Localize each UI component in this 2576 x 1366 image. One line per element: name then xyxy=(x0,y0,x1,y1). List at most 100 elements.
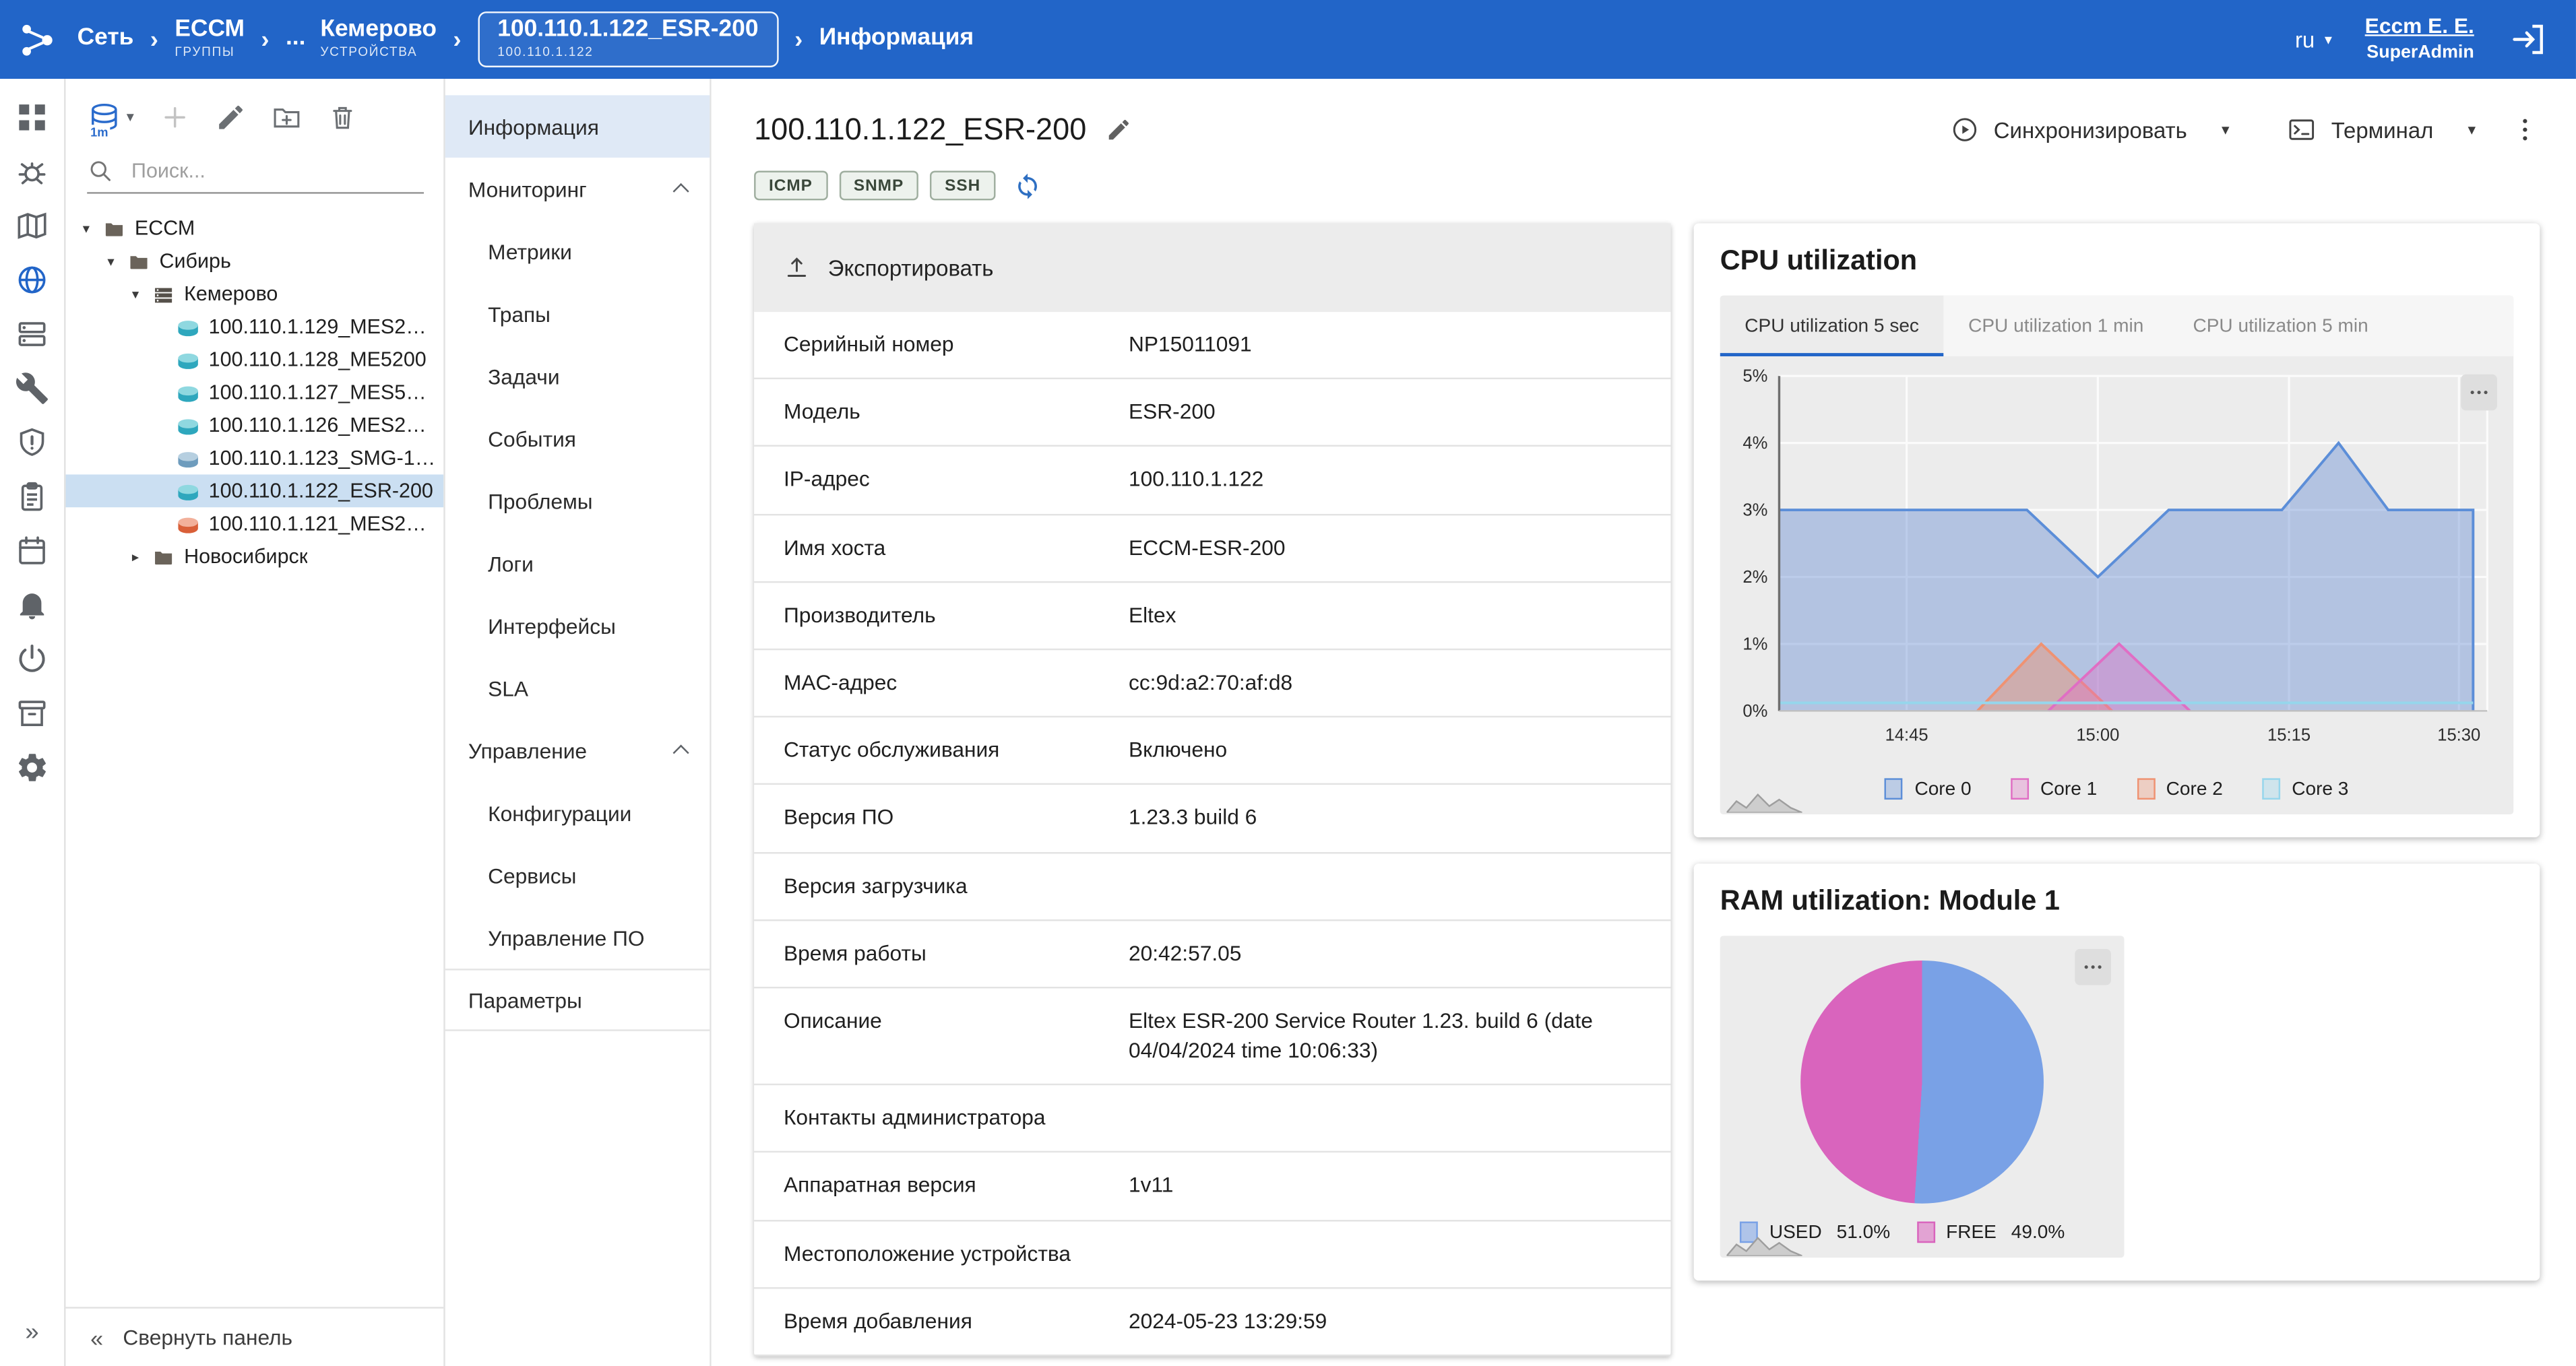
user-menu[interactable]: Eccm E. E. SuperAdmin xyxy=(2365,13,2474,65)
logout-button[interactable] xyxy=(2507,20,2550,59)
menu-item-tasks[interactable]: Задачи xyxy=(445,345,710,408)
edit-node-button[interactable] xyxy=(214,102,245,133)
tree-item[interactable]: ▸Новосибирск xyxy=(66,540,444,573)
info-row: Контакты администратора xyxy=(754,1086,1670,1153)
language-selector[interactable]: ru ▾ xyxy=(2295,27,2332,52)
tree-item[interactable]: ▾Кемерово xyxy=(66,278,444,311)
tree-item[interactable]: 100.110.1.126_MES2428 ... xyxy=(66,409,444,442)
tree-caret-icon[interactable]: ▸ xyxy=(128,548,143,566)
add-folder-button[interactable] xyxy=(270,102,301,133)
cpu-tab-0[interactable]: CPU utilization 5 sec xyxy=(1720,296,1944,356)
chevron-right-icon: › xyxy=(794,26,803,53)
menu-item-services[interactable]: Сервисы xyxy=(445,844,710,907)
sync-button[interactable]: Синхронизировать xyxy=(1936,104,2200,156)
menu-item-metrics[interactable]: Метрики xyxy=(445,220,710,283)
breadcrumb-network[interactable]: Сеть xyxy=(77,26,134,53)
menu-item-traps[interactable]: Трапы xyxy=(445,282,710,345)
rail-item-power[interactable] xyxy=(15,642,49,676)
cpu-chart-more-button[interactable] xyxy=(2461,375,2497,411)
menu-item-parameters[interactable]: Параметры xyxy=(445,969,710,1031)
rail-item-notifications[interactable] xyxy=(15,588,49,622)
menu-item-configurations[interactable]: Конфигурации xyxy=(445,781,710,844)
rail-item-tools[interactable] xyxy=(15,371,49,405)
tree-item[interactable]: 100.110.1.127_MES5316A xyxy=(66,376,444,409)
svg-text:0%: 0% xyxy=(1742,702,1767,721)
charts-column: CPU utilization CPU utilization 5 secCPU… xyxy=(1694,224,2540,1281)
export-button[interactable]: Экспортировать xyxy=(784,255,993,281)
collapse-panel-button[interactable]: « Свернуть панель xyxy=(66,1307,444,1366)
ram-mini-chart-handle[interactable] xyxy=(1726,1231,1802,1256)
menu-item-information[interactable]: Информация xyxy=(445,95,710,158)
delete-node-button[interactable] xyxy=(326,102,357,133)
rail-item-calendar[interactable] xyxy=(15,533,49,568)
menu-item-sla[interactable]: SLA xyxy=(445,657,710,719)
info-row-value: 2024-05-23 13:29:59 xyxy=(1129,1307,1641,1336)
tree-item[interactable]: 100.110.1.121_MES2124... xyxy=(66,507,444,540)
tree-caret-icon[interactable]: ▾ xyxy=(128,285,143,303)
svg-text:14:45: 14:45 xyxy=(1885,725,1928,744)
cpu-legend-item[interactable]: Core 1 xyxy=(2011,778,2097,800)
wrench-icon xyxy=(15,371,49,405)
menu-item-software[interactable]: Управление ПО xyxy=(445,907,710,969)
ram-card: RAM utilization: Module 1 USED51.0%FREE4… xyxy=(1694,864,2540,1280)
tree-item[interactable]: 100.110.1.123_SMG-1016... xyxy=(66,442,444,475)
info-rows: Серийный номерNP15011091МодельESR-200IP-… xyxy=(754,312,1670,1356)
cpu-legend-item[interactable]: Core 2 xyxy=(2137,778,2223,800)
menu-item-logs[interactable]: Логи xyxy=(445,532,710,595)
cpu-legend-item[interactable]: Core 0 xyxy=(1885,778,1972,800)
cpu-tab-1[interactable]: CPU utilization 1 min xyxy=(1944,296,2168,356)
rail-item-alerts[interactable] xyxy=(15,425,49,459)
info-row-label: Версия ПО xyxy=(784,804,1129,833)
more-actions-button[interactable] xyxy=(2510,115,2540,145)
search-input[interactable] xyxy=(128,158,424,184)
menu-item-events[interactable]: События xyxy=(445,408,710,470)
edit-title-button[interactable] xyxy=(1106,117,1133,143)
add-device-button[interactable] xyxy=(158,102,189,133)
tree-item[interactable]: ▾Сибирь xyxy=(66,245,444,278)
rail-item-tasks[interactable] xyxy=(15,480,49,514)
breadcrumb-page[interactable]: Информация xyxy=(819,26,974,53)
expand-rail-button[interactable]: » xyxy=(25,1318,38,1346)
legend-swatch xyxy=(1885,778,1904,800)
terminal-dropdown-button[interactable]: ▾ xyxy=(2450,109,2494,150)
info-row-value: Eltex xyxy=(1129,601,1641,630)
info-row-label: Аппаратная версия xyxy=(784,1171,1129,1201)
protocol-chip-ssh: SSH xyxy=(930,171,995,201)
tree-caret-icon[interactable]: ▾ xyxy=(79,219,94,237)
cpu-mini-chart-handle[interactable] xyxy=(1726,788,1802,813)
protocol-chip-snmp: SNMP xyxy=(839,171,918,201)
rail-item-maps[interactable] xyxy=(15,209,49,243)
refresh-protocols-button[interactable] xyxy=(1013,172,1041,199)
breadcrumb-group[interactable]: ЕССМ ГРУППЫ xyxy=(175,18,245,60)
breadcrumb-collapsed[interactable]: ... xyxy=(286,26,305,53)
tree-item[interactable]: 100.110.1.128_ME5200 xyxy=(66,343,444,376)
rail-item-firmware[interactable] xyxy=(15,696,49,731)
tree-item[interactable]: 100.110.1.129_MES2424... xyxy=(66,311,444,344)
ram-legend-item[interactable]: FREE49.0% xyxy=(1916,1222,2065,1243)
rail-item-network[interactable] xyxy=(15,263,49,297)
tree-caret-icon[interactable]: ▾ xyxy=(104,252,119,270)
ram-chart-more-button[interactable] xyxy=(2075,949,2111,985)
rail-item-devices[interactable] xyxy=(15,317,49,351)
tree-item[interactable]: ▾ЕССМ xyxy=(66,212,444,245)
globe-icon xyxy=(15,263,49,297)
rail-item-monitoring[interactable] xyxy=(15,154,49,189)
rail-item-dashboard[interactable] xyxy=(15,100,49,135)
breadcrumb-city[interactable]: Кемерово УСТРОЙСТВА xyxy=(320,18,437,60)
tree-item[interactable]: 100.110.1.122_ESR-200 xyxy=(66,474,444,507)
menu-item-monitoring[interactable]: Мониторинг xyxy=(445,158,710,220)
polling-interval-button[interactable]: 1m ▾ xyxy=(87,100,134,135)
menu-item-label: События xyxy=(488,426,576,451)
cpu-tab-2[interactable]: CPU utilization 5 min xyxy=(2168,296,2393,356)
main-content: 100.110.1.122_ESR-200 Синхронизировать ▾ xyxy=(712,79,2576,1366)
rail-item-settings[interactable] xyxy=(15,750,49,785)
cpu-legend-item[interactable]: Core 3 xyxy=(2262,778,2348,800)
terminal-button[interactable]: Терминал xyxy=(2273,104,2446,156)
device-icon xyxy=(176,414,201,436)
menu-item-interfaces[interactable]: Интерфейсы xyxy=(445,594,710,657)
menu-item-management[interactable]: Управление xyxy=(445,719,710,782)
breadcrumb-device-active[interactable]: 100.110.1.122_ESR-200 100.110.1.122 xyxy=(478,12,778,67)
sync-dropdown-button[interactable]: ▾ xyxy=(2203,109,2247,150)
menu-item-problems[interactable]: Проблемы xyxy=(445,469,710,532)
folder-icon xyxy=(102,218,127,239)
